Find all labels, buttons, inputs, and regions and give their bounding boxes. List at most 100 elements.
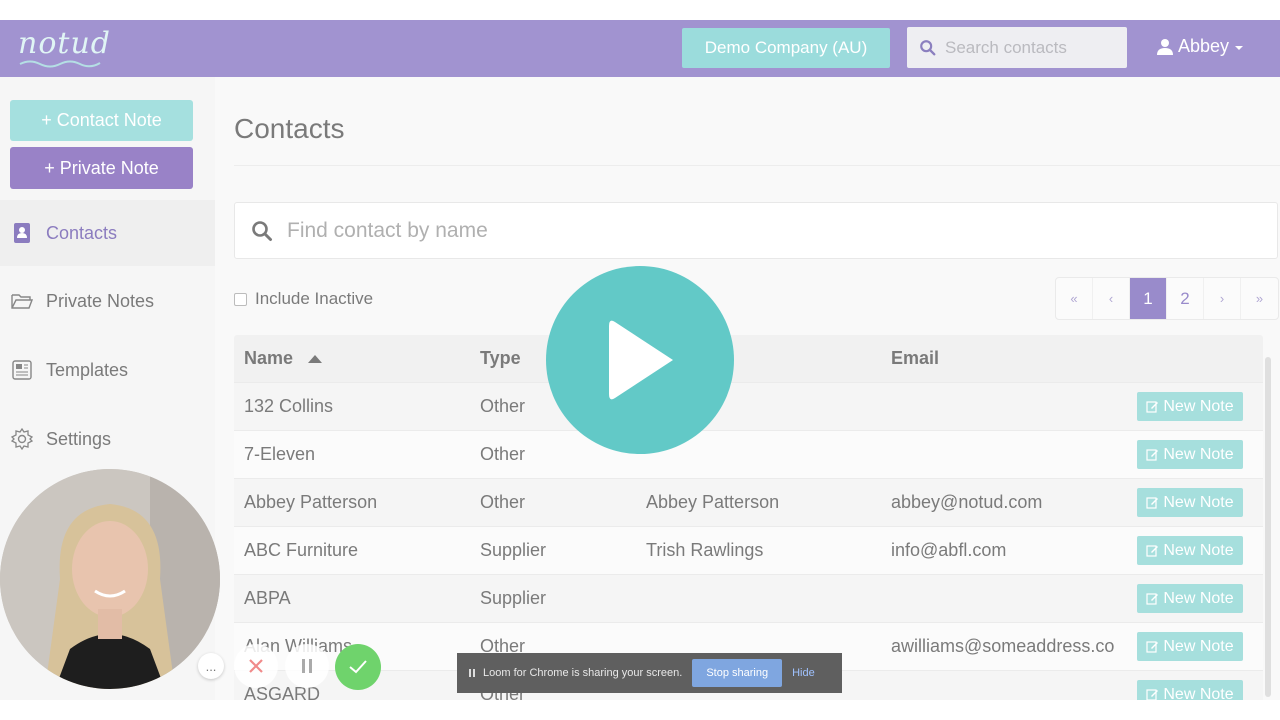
company-switch-button[interactable]: Demo Company (AU) [682,28,890,68]
sidebar-item-templates[interactable]: Templates [0,337,215,403]
loom-pause-button[interactable] [285,644,329,688]
hide-share-bar-button[interactable]: Hide [792,667,815,679]
last-page-button[interactable]: » [1241,278,1278,319]
search-contacts-input[interactable] [945,37,1125,58]
check-icon [349,660,367,674]
contact-type-cell: Other [480,492,526,512]
logo-squiggle-icon [19,60,101,68]
loom-cancel-button[interactable] [234,644,278,688]
user-icon [1157,38,1173,55]
pagination: « ‹ 1 2 › » [1055,277,1279,320]
new-note-label: New Note [1163,397,1234,415]
column-header-name[interactable]: Name [244,348,490,369]
contact-email-cell: info@abfl.com [891,540,1007,560]
sidebar-item-contacts[interactable]: Contacts [0,200,215,266]
include-inactive-label: Include Inactive [255,289,374,308]
column-header-email[interactable]: Email [891,348,1137,369]
contact-person-cell: Abbey Patterson [646,492,780,512]
folder-open-icon [10,289,34,313]
page-title: Contacts [234,113,345,144]
page-2-button[interactable]: 2 [1167,278,1204,319]
sidebar-item-label: Private Notes [46,290,155,311]
close-icon [249,659,263,673]
user-name: Abbey [1178,36,1230,56]
loom-finish-button[interactable] [335,644,381,690]
new-note-label: New Note [1163,541,1234,559]
table-scrollbar[interactable] [1265,357,1271,697]
caret-down-icon [1235,45,1244,50]
new-note-button[interactable]: New Note [1137,440,1243,469]
table-row[interactable]: 7-Eleven Other New Note [234,430,1263,478]
include-inactive-toggle[interactable]: Include Inactive [234,289,373,309]
gear-icon [10,427,34,451]
prev-page-button[interactable]: ‹ [1093,278,1130,319]
sharing-message: Loom for Chrome is sharing your screen. [483,667,683,679]
table-row[interactable]: ABPA Supplier New Note [234,574,1263,622]
edit-icon [1146,545,1159,557]
find-contact-input[interactable] [287,218,1187,243]
app-frame: notud Demo Company (AU) Abbey + Contact … [0,20,1280,700]
table-row[interactable]: Abbey Patterson Other Abbey Patterson abbey… [234,478,1263,526]
new-note-label: New Note [1163,445,1234,463]
contact-name-cell: 132 Collins [244,396,334,416]
user-menu[interactable]: Abbey [1156,36,1245,57]
contact-search[interactable] [907,27,1127,68]
new-note-button[interactable]: New Note [1137,632,1243,661]
new-note-button[interactable]: New Note [1137,680,1243,700]
new-note-button[interactable]: New Note [1137,392,1243,421]
loom-more-button[interactable]: ... [198,653,224,679]
contacts-table: Name Type Contact Email 132 CollinsOther… [234,335,1263,700]
new-note-button[interactable]: New Note [1137,488,1243,517]
edit-icon [1146,449,1159,461]
search-icon [252,220,272,241]
edit-icon [1146,641,1159,653]
edit-icon [1146,593,1159,605]
private-note-button[interactable]: + Private Note [10,147,193,189]
contact-name-cell: ABC Furniture [244,540,359,560]
new-note-label: New Note [1163,493,1234,511]
new-note-button[interactable]: New Note [1137,584,1243,613]
contact-email-cell: abbey@notud.com [891,492,1043,512]
stop-sharing-button[interactable]: Stop sharing [692,659,783,687]
sidebar-item-label: Contacts [46,222,118,243]
find-contact-box[interactable] [234,202,1278,259]
sidebar-item-label: Settings [46,428,112,449]
page-1-button[interactable]: 1 [1130,278,1167,319]
edit-icon [1146,689,1159,700]
contact-person-cell: Trish Rawlings [646,540,764,560]
new-note-label: New Note [1163,685,1234,701]
webcam-bubble[interactable] [0,469,220,689]
table-row[interactable]: 132 Collins Other New Note [234,382,1263,430]
pause-icon [302,659,312,673]
screen-share-bar: Loom for Chrome is sharing your screen. … [457,653,842,693]
contact-email-cell: awilliams@someaddress.co [891,636,1115,656]
column-header-label: Name [244,348,294,368]
table-header: Name Type Contact Email [234,335,1263,382]
contact-name-cell: 7-Eleven [244,444,316,464]
contact-type-cell: Supplier [480,540,547,560]
search-icon [920,39,936,55]
address-book-icon [10,221,34,245]
template-icon [10,358,34,382]
contact-name-cell: ABPA [244,588,291,608]
main-content: Contacts Include Inactive « ‹ 1 2 › » Na… [215,77,1280,700]
edit-icon [1146,401,1159,413]
table-row[interactable]: ABC Furniture Supplier Trish Rawlings info@… [234,526,1263,574]
include-inactive-checkbox[interactable] [234,292,247,306]
sidebar-item-label: Templates [46,359,129,380]
title-divider [234,165,1280,166]
first-page-button[interactable]: « [1056,278,1093,319]
play-button[interactable] [546,266,734,454]
sidebar-item-settings[interactable]: Settings [0,406,215,472]
top-navbar: notud Demo Company (AU) Abbey [0,20,1280,77]
contact-name-cell: Abbey Patterson [244,492,378,512]
play-icon [609,320,673,400]
contact-type-cell: Supplier [480,588,547,608]
notud-logo[interactable]: notud [18,26,111,61]
sort-ascending-icon [308,354,323,363]
next-page-button[interactable]: › [1204,278,1241,319]
presenter-video [0,469,220,689]
sidebar-item-private-notes[interactable]: Private Notes [0,268,215,334]
new-note-button[interactable]: New Note [1137,536,1243,565]
contact-note-button[interactable]: + Contact Note [10,100,193,141]
